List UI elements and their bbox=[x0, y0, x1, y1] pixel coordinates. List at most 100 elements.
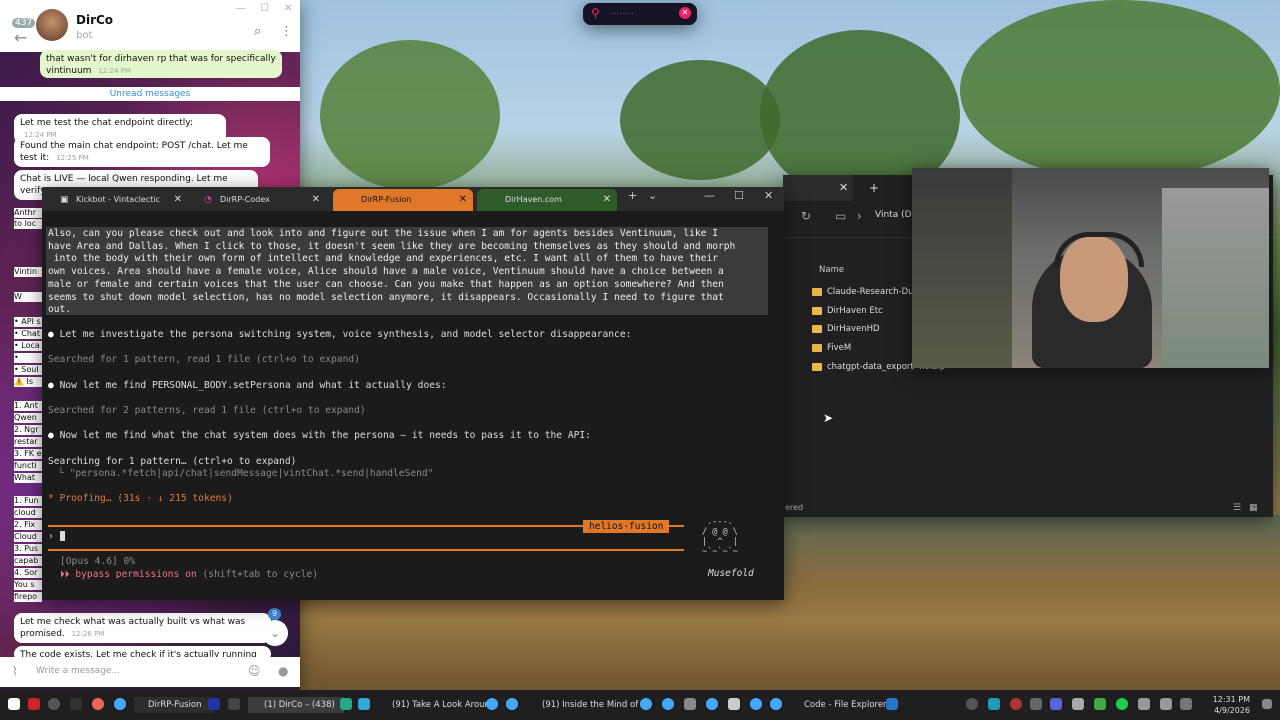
clipped-text: • Chat bbox=[14, 329, 42, 339]
search-pattern: └ "persona.*fetch|api/chat|sendMessage|v… bbox=[58, 468, 434, 479]
input-prompt[interactable]: › bbox=[48, 531, 65, 544]
avatar[interactable] bbox=[36, 9, 68, 41]
close-tab-icon[interactable]: ✕ bbox=[839, 181, 848, 194]
chrome-icon[interactable] bbox=[770, 698, 782, 710]
terminal-icon[interactable] bbox=[228, 698, 240, 710]
tab-dirrp-codex[interactable]: ◔ DirRP-Codex ✕ bbox=[192, 189, 326, 211]
chrome-icon[interactable] bbox=[486, 698, 498, 710]
close-icon[interactable]: ✕ bbox=[679, 7, 691, 19]
permissions-status[interactable]: ⏵⏵ bypass permissions on (shift+tab to c… bbox=[60, 569, 318, 582]
close-tab-icon[interactable]: ✕ bbox=[174, 189, 182, 211]
search-icon[interactable] bbox=[48, 698, 60, 710]
clipped-text: • Soul bbox=[14, 365, 42, 375]
attach-icon[interactable]: ⌇ bbox=[12, 664, 18, 678]
steam-icon[interactable] bbox=[358, 698, 370, 710]
system-clock[interactable]: 12:31 PM 4/9/2026 bbox=[1213, 694, 1250, 716]
search-icon[interactable]: ⌕ bbox=[254, 24, 261, 39]
scroll-down-button[interactable]: ⌄ 9 bbox=[262, 608, 288, 646]
clock-time: 12:31 PM bbox=[1212, 695, 1250, 704]
monitor-icon[interactable]: ▭ bbox=[835, 209, 846, 223]
tray-icon[interactable] bbox=[966, 698, 978, 710]
microphone-icon[interactable]: ● bbox=[278, 664, 288, 678]
firefox-icon[interactable] bbox=[92, 698, 104, 710]
clipped-text: 2. Fix bbox=[14, 520, 42, 530]
close-tab-icon[interactable]: ✕ bbox=[312, 189, 320, 211]
tray-icon[interactable] bbox=[1010, 698, 1022, 710]
tab-dirrp-fusion[interactable]: DirRP-Fusion ✕ bbox=[333, 189, 473, 211]
name-column-header[interactable]: Name bbox=[819, 265, 844, 275]
contact-status: bot bbox=[76, 30, 93, 41]
message-bubble[interactable]: Let me check what was actually built vs … bbox=[14, 613, 271, 643]
tray-icon[interactable] bbox=[1072, 698, 1084, 710]
taskbar-item-terminal[interactable]: DirRP-Fusion bbox=[134, 697, 214, 713]
background-tree bbox=[320, 40, 500, 190]
contact-name[interactable]: DirCo bbox=[76, 13, 113, 27]
taskbar-item-browser[interactable]: (91) Take A Look Arounc bbox=[376, 697, 492, 713]
maximize-icon[interactable]: ☐ bbox=[734, 189, 744, 202]
close-window-icon[interactable]: ✕ bbox=[764, 189, 773, 202]
taskbar-item-browser[interactable]: (91) Inside the Mind of a bbox=[526, 697, 646, 713]
message-bubble[interactable]: Found the main chat endpoint: POST /chat… bbox=[14, 137, 270, 167]
minimize-icon[interactable]: — bbox=[236, 3, 246, 14]
terminal-icon: ▣ bbox=[60, 195, 69, 205]
list-item[interactable]: DirHavenHD bbox=[812, 322, 880, 336]
start-icon[interactable] bbox=[8, 698, 20, 710]
new-tab-icon[interactable]: + bbox=[869, 181, 879, 195]
close-tab-icon[interactable]: ✕ bbox=[459, 189, 467, 211]
chrome-icon[interactable] bbox=[706, 698, 718, 710]
telegram-tray-icon[interactable] bbox=[988, 698, 1000, 710]
terminal-body[interactable]: Also, can you please check out and look … bbox=[42, 211, 784, 600]
room-background bbox=[1162, 188, 1269, 368]
close-tab-icon[interactable]: ✕ bbox=[603, 189, 611, 211]
mic-icon[interactable]: ⚲ bbox=[591, 6, 600, 20]
chrome-icon[interactable] bbox=[506, 698, 518, 710]
chevron-right-icon[interactable]: › bbox=[857, 209, 862, 223]
list-item[interactable]: DirHaven Etc bbox=[812, 304, 883, 318]
chrome-icon[interactable] bbox=[750, 698, 762, 710]
notifications-icon[interactable] bbox=[1262, 699, 1272, 709]
clipped-text: capab bbox=[14, 556, 42, 566]
list-item[interactable]: Claude-Research-Dump bbox=[812, 285, 927, 299]
network-icon[interactable] bbox=[1138, 698, 1150, 710]
mouse-cursor-icon: ➤ bbox=[823, 411, 834, 425]
vscode-icon[interactable] bbox=[886, 698, 898, 710]
emoji-icon[interactable]: ☺ bbox=[248, 664, 261, 678]
minimize-icon[interactable]: — bbox=[704, 189, 715, 202]
taskbar-item-explorer[interactable]: Code - File Explorer bbox=[788, 697, 896, 713]
maximize-icon[interactable]: ☐ bbox=[260, 3, 269, 14]
battery-icon[interactable] bbox=[1180, 698, 1192, 710]
message-input[interactable]: Write a message... bbox=[36, 666, 120, 676]
tiles-view-icon[interactable]: ▦ bbox=[1249, 503, 1258, 513]
tray-icon[interactable] bbox=[1030, 698, 1042, 710]
address-bar[interactable]: Vinta (D: bbox=[875, 210, 915, 220]
tab-kickbot[interactable]: ▣ Kickbot - Vintaclectic ✕ bbox=[48, 189, 188, 211]
tab-dirhaven[interactable]: DirHaven.com ✕ bbox=[477, 189, 617, 211]
tray-icon[interactable] bbox=[1094, 698, 1106, 710]
chrome-icon[interactable] bbox=[640, 698, 652, 710]
back-arrow-icon[interactable]: ← bbox=[14, 28, 27, 47]
chrome-icon[interactable] bbox=[662, 698, 674, 710]
vscode-icon[interactable] bbox=[208, 698, 220, 710]
chrome-icon[interactable] bbox=[114, 698, 126, 710]
refresh-icon[interactable]: ↻ bbox=[801, 209, 811, 223]
more-menu-icon[interactable]: ⋮ bbox=[280, 24, 293, 39]
volume-icon[interactable] bbox=[1160, 698, 1172, 710]
spotify-icon[interactable] bbox=[1116, 698, 1128, 710]
details-view-icon[interactable]: ☰ bbox=[1233, 503, 1241, 513]
app-icon[interactable] bbox=[684, 698, 696, 710]
clipped-text: Anthr bbox=[14, 208, 42, 218]
task-view-icon[interactable] bbox=[70, 698, 82, 710]
list-item[interactable]: FiveM bbox=[812, 341, 851, 355]
app-icon[interactable] bbox=[340, 698, 352, 710]
taskbar-item-telegram[interactable]: (1) DirCo – (438) bbox=[248, 697, 344, 713]
new-tab-icon[interactable]: + bbox=[628, 189, 637, 202]
message-bubble[interactable]: that wasn't for dirhaven rp that was for… bbox=[40, 50, 282, 78]
app-icon[interactable] bbox=[28, 698, 40, 710]
close-icon[interactable]: ✕ bbox=[284, 3, 292, 14]
chevron-down-icon[interactable]: ⌄ bbox=[648, 189, 657, 202]
discord-icon[interactable] bbox=[1050, 698, 1062, 710]
app-icon[interactable] bbox=[728, 698, 740, 710]
tab-label: DirRP-Codex bbox=[220, 195, 270, 204]
model-status: [Opus 4.6] 0% bbox=[60, 556, 136, 567]
searching-line: Searching for 1 pattern… (ctrl+o to expa… bbox=[48, 456, 297, 467]
